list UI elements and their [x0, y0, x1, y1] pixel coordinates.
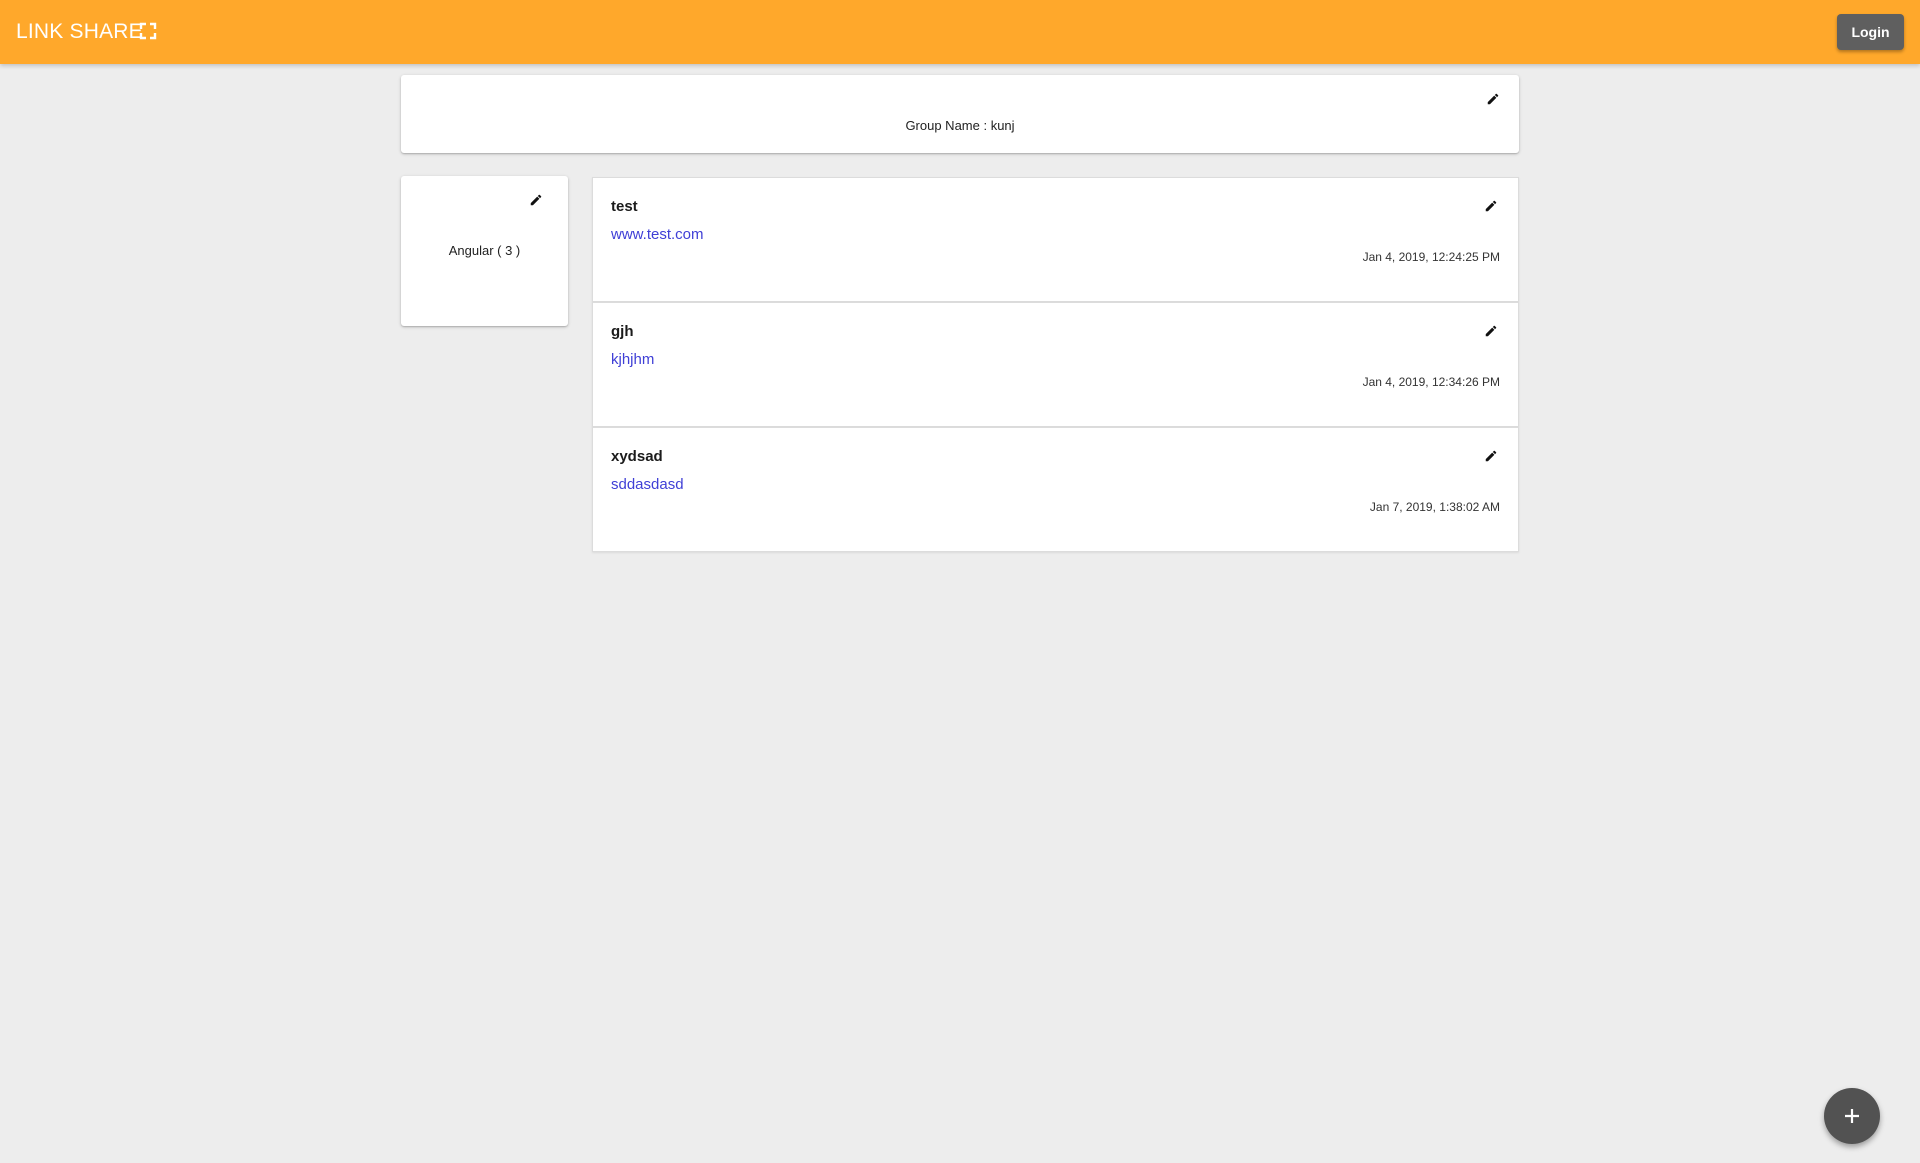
edit-link-pencil-icon[interactable] [1484, 449, 1498, 463]
link-title: xydsad [611, 448, 663, 465]
fullscreen-icon[interactable] [139, 22, 157, 40]
link-card: gjh kjhjhm Jan 4, 2019, 12:34:26 PM [592, 302, 1519, 427]
link-title: test [611, 198, 638, 215]
link-date: Jan 7, 2019, 1:38:02 AM [1369, 500, 1500, 514]
edit-link-pencil-icon[interactable] [1484, 324, 1498, 338]
app-toolbar: LINK SHARE Login [0, 0, 1920, 64]
edit-group-pencil-icon[interactable] [1486, 92, 1500, 106]
category-label: Angular ( 3 ) [448, 243, 521, 258]
link-title: gjh [611, 323, 634, 340]
add-link-fab-button[interactable] [1824, 1088, 1880, 1144]
edit-link-pencil-icon[interactable] [1484, 199, 1498, 213]
group-name-label: Group Name : kunj [905, 118, 1015, 133]
link-url[interactable]: sddasdasd [611, 476, 684, 493]
link-card: test www.test.com Jan 4, 2019, 12:24:25 … [592, 177, 1519, 302]
edit-category-pencil-icon[interactable] [529, 193, 543, 207]
plus-icon [1843, 1107, 1861, 1125]
link-date: Jan 4, 2019, 12:34:26 PM [1362, 375, 1500, 389]
link-card: xydsad sddasdasd Jan 7, 2019, 1:38:02 AM [592, 427, 1519, 552]
login-button[interactable]: Login [1837, 14, 1904, 50]
link-url[interactable]: kjhjhm [611, 351, 654, 368]
category-card[interactable]: Angular ( 3 ) [401, 176, 568, 326]
link-url[interactable]: www.test.com [611, 226, 704, 243]
group-card: Group Name : kunj [401, 75, 1519, 153]
link-date: Jan 4, 2019, 12:24:25 PM [1362, 250, 1500, 264]
app-title: LINK SHARE [16, 20, 143, 43]
